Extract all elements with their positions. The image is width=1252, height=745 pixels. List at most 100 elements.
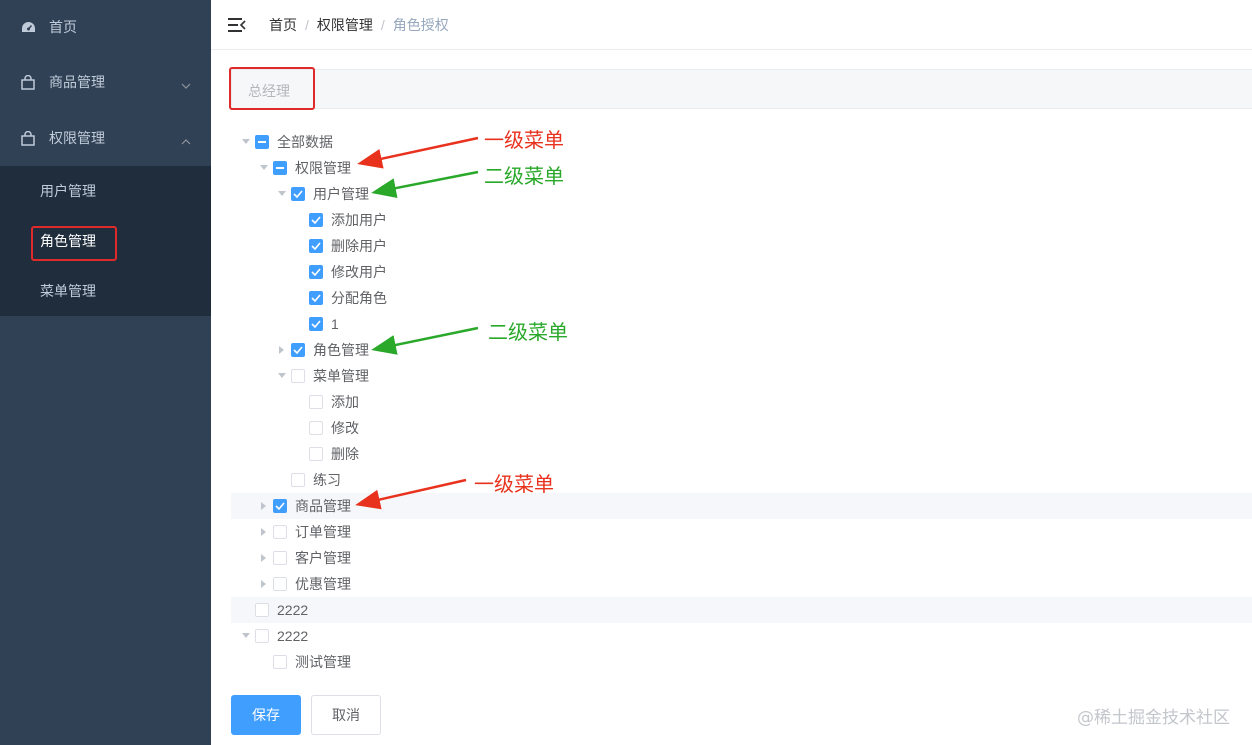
caret-right-icon[interactable] xyxy=(255,545,273,571)
tree-node[interactable]: 测试管理 xyxy=(231,649,1252,675)
lock-icon xyxy=(20,130,36,146)
caret-placeholder xyxy=(255,649,273,675)
caret-placeholder xyxy=(273,467,291,493)
tree-node[interactable]: 2222 xyxy=(231,597,1252,623)
tree-node[interactable]: 添加用户 xyxy=(231,207,1252,233)
caret-right-icon[interactable] xyxy=(255,493,273,519)
tree-node[interactable]: 菜单管理 xyxy=(231,363,1252,389)
sidebar-item-permissions[interactable]: 权限管理 xyxy=(0,110,211,166)
tree-node[interactable]: 添加 xyxy=(231,389,1252,415)
save-button[interactable]: 保存 xyxy=(231,695,301,735)
tree-node[interactable]: 优惠管理 xyxy=(231,571,1252,597)
caret-placeholder xyxy=(291,415,309,441)
caret-right-icon[interactable] xyxy=(255,571,273,597)
tree-node[interactable]: 商品管理 xyxy=(231,493,1252,519)
tree-checkbox[interactable] xyxy=(309,317,323,331)
tree-checkbox[interactable] xyxy=(273,499,287,513)
caret-right-icon[interactable] xyxy=(255,519,273,545)
breadcrumb-item-home[interactable]: 首页 xyxy=(269,15,297,35)
permission-tree: 全部数据权限管理用户管理添加用户删除用户 修改用户分配角色 1 角色管理菜单管理 添加修… xyxy=(231,129,1252,675)
tree-checkbox[interactable] xyxy=(291,473,305,487)
tree-checkbox[interactable] xyxy=(309,265,323,279)
sidebar-item-menus[interactable]: 菜单管理 xyxy=(0,266,211,316)
tree-node[interactable]: 删除 xyxy=(231,441,1252,467)
caret-down-icon[interactable] xyxy=(255,155,273,181)
tree-node[interactable]: 用户管理 xyxy=(231,181,1252,207)
sidebar-item-goods[interactable]: 商品管理 xyxy=(0,54,211,110)
tree-node[interactable]: 订单管理 xyxy=(231,519,1252,545)
tree-node[interactable]: 全部数据 xyxy=(231,129,1252,155)
tree-node[interactable]: 修改 xyxy=(231,415,1252,441)
tree-checkbox[interactable] xyxy=(309,421,323,435)
tree-checkbox[interactable] xyxy=(309,395,323,409)
caret-placeholder xyxy=(237,597,255,623)
caret-down-icon[interactable] xyxy=(273,363,291,389)
annotation-level2-label: 二级菜单 xyxy=(488,320,568,344)
caret-down-icon[interactable] xyxy=(273,181,291,207)
sidebar-item-label: 角色管理 xyxy=(40,233,96,249)
sidebar-item-home[interactable]: 首页 xyxy=(0,0,211,54)
tree-checkbox[interactable] xyxy=(255,603,269,617)
tree-node-label: 修改 xyxy=(331,420,359,436)
tree-checkbox[interactable] xyxy=(255,629,269,643)
sidebar-item-label: 菜单管理 xyxy=(40,283,96,299)
tree-node[interactable]: 客户管理 xyxy=(231,545,1252,571)
sidebar-item-users[interactable]: 用户管理 xyxy=(0,166,211,216)
tree-checkbox[interactable] xyxy=(273,525,287,539)
tree-checkbox[interactable] xyxy=(273,655,287,669)
tree-node[interactable]: 练习 xyxy=(231,467,1252,493)
tree-checkbox[interactable] xyxy=(273,161,287,175)
tree-node[interactable]: 1 xyxy=(231,311,1252,337)
cancel-button[interactable]: 取消 xyxy=(311,695,381,735)
tree-node-label: 角色管理 xyxy=(313,342,369,358)
hamburger-icon[interactable] xyxy=(227,15,247,35)
tree-node[interactable]: 角色管理 xyxy=(231,337,1252,363)
tree-checkbox[interactable] xyxy=(273,551,287,565)
caret-placeholder xyxy=(291,285,309,311)
tree-checkbox[interactable] xyxy=(291,187,305,201)
tree-node-label: 2222 xyxy=(277,628,309,644)
chevron-up-icon xyxy=(181,132,191,148)
caret-placeholder xyxy=(291,207,309,233)
tree-checkbox[interactable] xyxy=(309,291,323,305)
tree-node-label: 优惠管理 xyxy=(295,576,351,592)
role-name: 总经理 xyxy=(248,83,290,99)
tree-node-label: 权限管理 xyxy=(295,160,351,176)
breadcrumb-item-current: 角色授权 xyxy=(392,16,449,33)
tree-node-label: 用户管理 xyxy=(313,186,369,202)
tree-node-label: 分配角色 xyxy=(331,290,387,306)
caret-down-icon[interactable] xyxy=(237,623,255,649)
caret-placeholder xyxy=(291,311,309,337)
tree-checkbox[interactable] xyxy=(291,369,305,383)
permissions-submenu: 用户管理 角色管理 菜单管理 xyxy=(0,166,211,316)
sidebar-item-label: 用户管理 xyxy=(40,183,96,199)
tree-checkbox[interactable] xyxy=(309,239,323,253)
tree-checkbox[interactable] xyxy=(291,343,305,357)
tree-node-label: 2222 xyxy=(277,602,309,618)
tree-node-label: 删除 xyxy=(331,446,359,462)
watermark: @稀土掘金技术社区 xyxy=(1077,708,1230,728)
tree-node[interactable]: 修改用户 xyxy=(231,259,1252,285)
sidebar-item-label: 权限管理 xyxy=(49,130,105,146)
chevron-down-icon xyxy=(181,76,191,92)
sidebar-item-roles[interactable]: 角色管理 xyxy=(0,216,211,266)
tree-node[interactable]: 权限管理 xyxy=(231,155,1252,181)
tree-node[interactable]: 删除用户 xyxy=(231,233,1252,259)
caret-down-icon[interactable] xyxy=(237,129,255,155)
tree-checkbox[interactable] xyxy=(255,135,269,149)
tree-node-label: 练习 xyxy=(313,472,341,488)
tree-node[interactable]: 分配角色 xyxy=(231,285,1252,311)
tree-checkbox[interactable] xyxy=(273,577,287,591)
sidebar: 首页 商品管理 权限管理 用户管理 角色管理 菜单管理 xyxy=(0,0,211,745)
tree-node[interactable]: 2222 xyxy=(231,623,1252,649)
tree-checkbox[interactable] xyxy=(309,213,323,227)
caret-placeholder xyxy=(291,259,309,285)
role-name-bar: 总经理 xyxy=(231,69,1252,109)
tree-checkbox[interactable] xyxy=(309,447,323,461)
breadcrumb: 首页 / 权限管理 / 角色授权 xyxy=(269,15,449,35)
tree-node-label: 添加用户 xyxy=(331,212,387,228)
dashboard-icon xyxy=(20,19,36,35)
top-navbar: 首页 / 权限管理 / 角色授权 xyxy=(211,0,1252,50)
breadcrumb-item-permissions[interactable]: 权限管理 xyxy=(317,15,373,35)
caret-right-icon[interactable] xyxy=(273,337,291,363)
